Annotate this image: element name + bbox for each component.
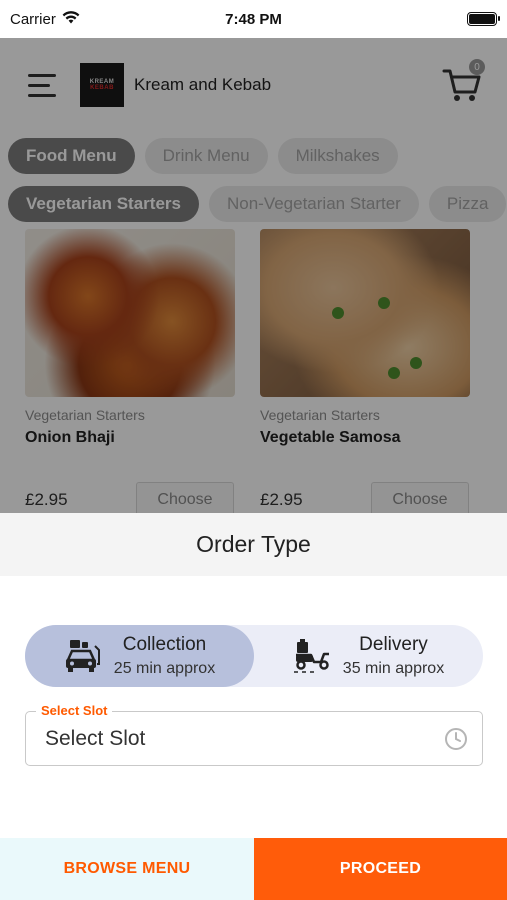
slot-field-label: Select Slot	[36, 704, 113, 718]
status-left: Carrier	[10, 10, 80, 28]
delivery-label: Delivery	[359, 634, 428, 655]
status-bar: Carrier 7:48 PM	[0, 0, 507, 38]
order-type-toggle: Collection 25 min approx Delivery 35 min…	[25, 625, 483, 687]
slot-value: Select Slot	[45, 726, 146, 750]
clock-icon	[445, 727, 467, 750]
wifi-icon	[62, 10, 80, 28]
collection-option[interactable]: Collection 25 min approx	[25, 625, 254, 687]
proceed-button[interactable]: PROCEED	[254, 838, 507, 900]
delivery-time: 35 min approx	[342, 660, 445, 677]
sheet-actions: BROWSE MENU PROCEED	[0, 838, 507, 900]
delivery-option[interactable]: Delivery 35 min approx	[254, 625, 483, 687]
sheet-title: Order Type	[0, 513, 507, 576]
slot-select[interactable]: Select Slot Select Slot	[25, 704, 483, 766]
delivery-scooter-icon	[293, 639, 329, 673]
carrier-label: Carrier	[10, 10, 56, 28]
collection-car-icon	[65, 640, 100, 672]
order-type-sheet: Order Type Collection 25 min approx Deli…	[0, 513, 507, 900]
battery-icon	[467, 12, 500, 26]
collection-label: Collection	[122, 634, 207, 655]
browse-menu-button[interactable]: BROWSE MENU	[0, 838, 254, 900]
modal-backdrop[interactable]	[0, 38, 507, 513]
collection-time: 25 min approx	[113, 660, 216, 677]
